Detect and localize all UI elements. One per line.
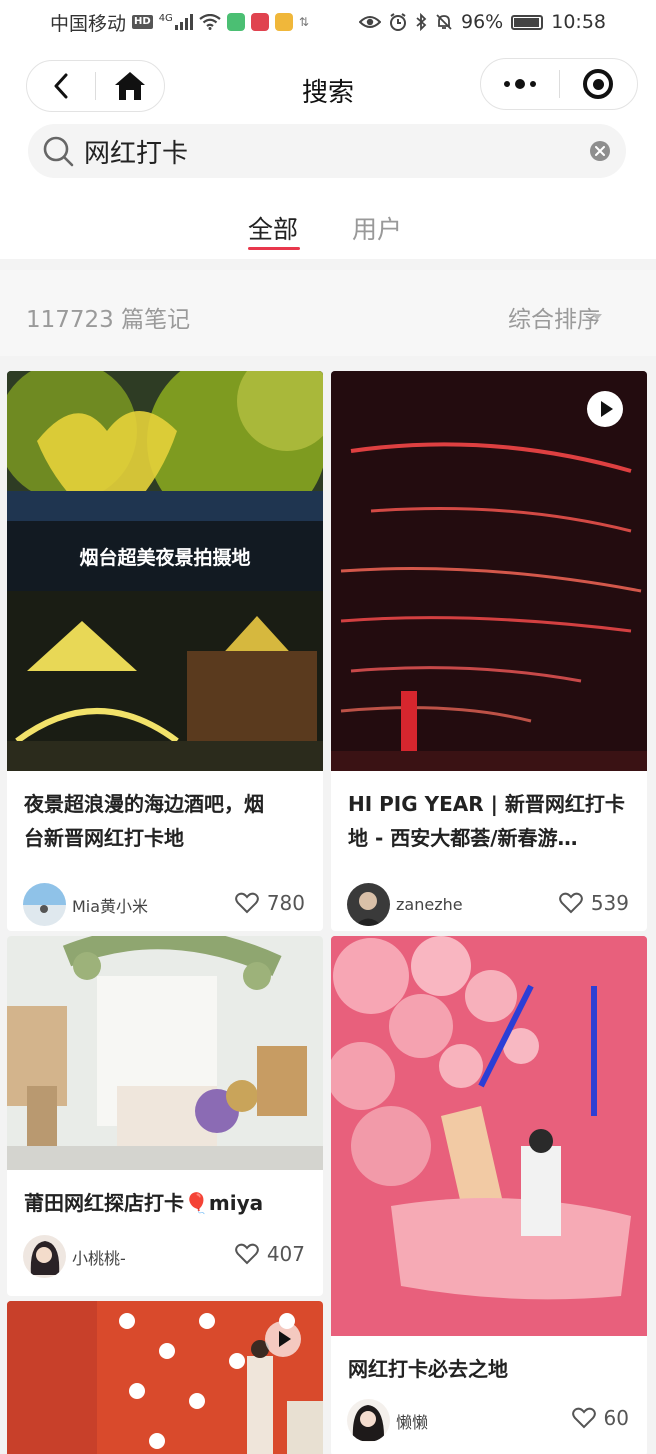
clear-search-button[interactable]	[590, 141, 610, 161]
bluetooth-icon	[416, 13, 427, 31]
active-tab-indicator	[248, 247, 300, 250]
author-name: 懒懒	[396, 1412, 429, 1432]
wifi-icon	[199, 14, 221, 30]
like-button[interactable]: 60	[571, 1406, 629, 1430]
note-cover-image[interactable]	[331, 371, 647, 771]
tab-users[interactable]: 用户	[352, 210, 402, 246]
heart-icon	[558, 892, 583, 914]
clock: 10:58	[551, 11, 606, 33]
chevron-down-icon	[592, 314, 602, 320]
note-card[interactable]: HI PIG YEAR | 新晋网红打卡 地 - 西安大都荟/新春游… zane…	[331, 371, 647, 931]
pink-balloon-room-photo	[331, 936, 647, 1336]
note-title[interactable]: 夜景超浪漫的海边酒吧，烟 台新晋网红打卡地	[24, 787, 306, 857]
play-icon	[600, 401, 613, 417]
avatar	[23, 883, 66, 926]
close-icon	[595, 146, 605, 156]
results-bar: 117723 篇笔记 综合排序	[0, 270, 656, 356]
like-count: 407	[266, 1242, 305, 1266]
network-type: 4G	[158, 12, 173, 24]
notes-feed: 烟台超美夜景拍摄地 夜景超浪漫的海边酒吧，烟 台新晋网红打卡地 Mia黄小米 7…	[0, 356, 656, 1454]
note-cover-image[interactable]	[7, 936, 323, 1170]
status-right: 96% 10:58	[359, 11, 606, 33]
author-name: zanezhe	[396, 895, 463, 914]
note-title[interactable]: HI PIG YEAR | 新晋网红打卡 地 - 西安大都荟/新春游…	[348, 787, 630, 857]
video-badge	[587, 391, 623, 427]
app-root: 中国移动 HD 4G ⇅ 96% 10:58 搜索 网红打卡 全部 用户 117…	[0, 0, 656, 1454]
note-author[interactable]: 懒懒	[347, 1399, 428, 1442]
note-title[interactable]: 网红打卡必去之地	[348, 1352, 630, 1388]
cafe-interior-photo	[7, 936, 323, 1170]
heart-icon	[234, 892, 259, 914]
note-card[interactable]	[7, 1301, 323, 1454]
result-count: 117723 篇笔记	[26, 307, 191, 333]
status-bar: 中国移动 HD 4G ⇅ 96% 10:58	[0, 0, 656, 44]
author-name: Mia黄小米	[72, 896, 149, 916]
target-icon	[583, 69, 614, 99]
signal-icon	[174, 14, 193, 30]
more-dots-icon	[503, 79, 536, 89]
note-title[interactable]: 莆田网红探店打卡🎈miya	[24, 1186, 306, 1222]
like-count: 780	[266, 891, 305, 915]
search-header: 搜索 网红打卡 全部 用户	[0, 44, 656, 259]
carrier-label: 中国移动	[50, 12, 127, 35]
mute-bell-icon	[436, 14, 452, 30]
night-bar-photo	[7, 371, 323, 771]
app-notification-icon	[226, 13, 245, 31]
note-card[interactable]: 网红打卡必去之地 懒懒 60	[331, 936, 647, 1454]
like-count: 539	[590, 891, 629, 915]
alarm-icon	[390, 13, 406, 31]
heart-icon	[571, 1407, 596, 1429]
video-badge	[265, 1321, 301, 1357]
battery-level-fill	[514, 17, 540, 27]
like-button[interactable]: 780	[234, 891, 305, 915]
miniprogram-capsule	[480, 58, 638, 110]
cover-caption: 烟台超美夜景拍摄地	[79, 547, 251, 569]
sort-dropdown[interactable]: 综合排序	[508, 300, 600, 334]
avatar	[347, 883, 390, 926]
result-tabs: 全部 用户	[0, 210, 656, 254]
note-card[interactable]: 莆田网红探店打卡🎈miya 小桃桃- 407	[7, 936, 323, 1296]
note-author[interactable]: zanezhe	[347, 883, 463, 926]
neon-wall-photo	[331, 371, 647, 771]
more-button[interactable]	[481, 59, 559, 109]
message-app-icon	[274, 13, 293, 31]
hd-badge: HD	[132, 15, 153, 29]
note-author[interactable]: Mia黄小米	[23, 883, 148, 926]
avatar	[347, 1399, 390, 1442]
battery-icon	[511, 14, 544, 30]
search-input[interactable]: 网红打卡	[28, 124, 626, 178]
heart-icon	[234, 1243, 259, 1265]
close-miniprogram-button[interactable]	[560, 59, 638, 109]
note-cover-image[interactable]	[331, 936, 647, 1336]
author-name: 小桃桃-	[72, 1248, 126, 1268]
search-query[interactable]: 网红打卡	[84, 133, 590, 170]
note-cover-image[interactable]: 烟台超美夜景拍摄地	[7, 371, 323, 771]
like-button[interactable]: 407	[234, 1242, 305, 1266]
note-author[interactable]: 小桃桃-	[23, 1235, 126, 1278]
avatar	[23, 1235, 66, 1278]
eye-icon	[359, 16, 381, 28]
note-card[interactable]: 烟台超美夜景拍摄地 夜景超浪漫的海边酒吧，烟 台新晋网红打卡地 Mia黄小米 7…	[7, 371, 323, 931]
status-left: 中国移动 HD 4G ⇅	[50, 9, 309, 36]
battery-percent: 96%	[461, 11, 504, 33]
note-cover-image[interactable]	[7, 1301, 323, 1454]
book-app-icon	[250, 13, 269, 31]
play-icon	[278, 1331, 291, 1347]
tab-all[interactable]: 全部	[248, 210, 298, 246]
search-icon	[43, 136, 74, 167]
like-button[interactable]: 539	[558, 891, 629, 915]
like-count: 60	[603, 1406, 629, 1430]
data-speed-icon: ⇅	[298, 15, 309, 29]
